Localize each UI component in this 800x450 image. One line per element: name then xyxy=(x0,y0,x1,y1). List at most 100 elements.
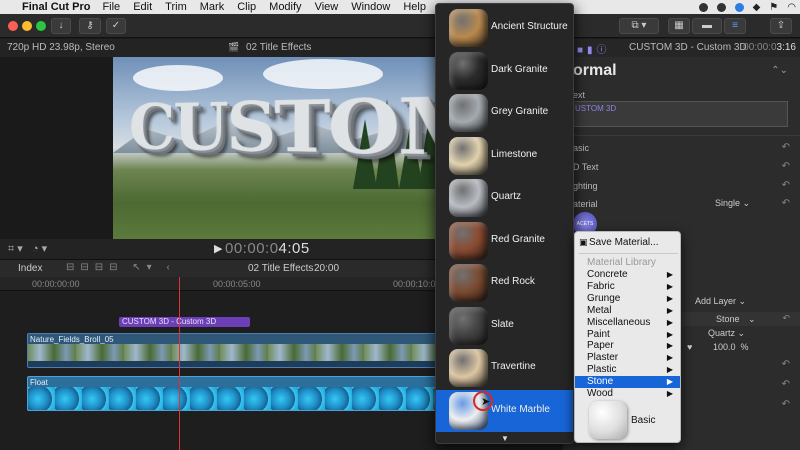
reset-icon[interactable]: ↶ xyxy=(782,399,790,410)
reset-icon[interactable]: ↶ xyxy=(782,180,790,191)
menu-item-label: Concrete xyxy=(587,269,628,280)
float-clip[interactable]: Float xyxy=(27,376,437,411)
share-icon[interactable]: ⇪ xyxy=(770,18,792,34)
material-swatch xyxy=(449,136,488,175)
inspector-tabs-icon[interactable]: ■▮ⓘ xyxy=(577,41,611,56)
disclosure-icon[interactable]: ♥ xyxy=(687,342,692,352)
edit-buttons-icon[interactable]: ⊟⊟⊟⊟ ↖▾ ‹ xyxy=(66,262,176,273)
material-item[interactable]: Ancient Structure xyxy=(436,7,573,49)
material-item[interactable]: White Marble xyxy=(436,389,573,432)
material-item[interactable]: Travertine xyxy=(436,347,573,389)
menu-clip[interactable]: Clip xyxy=(237,1,256,13)
3d-text-section[interactable]: D Text xyxy=(573,162,598,172)
timeline-body[interactable] xyxy=(0,291,437,450)
menu-item-label: Miscellaneous xyxy=(587,316,651,328)
preset-name[interactable]: ormal xyxy=(573,62,617,80)
stone-row[interactable]: Stone ⌄ ↶ xyxy=(680,312,800,326)
reset-icon[interactable]: ↶ xyxy=(782,379,790,390)
viewer-timecode[interactable]: 00:00:04:05 xyxy=(225,240,310,257)
basic-material-swatch[interactable] xyxy=(589,401,627,439)
scroll-down-icon[interactable]: ▼ xyxy=(501,434,509,443)
percent-value[interactable]: 100.0 % xyxy=(713,342,749,352)
reset-icon[interactable]: ↶ xyxy=(782,198,790,209)
reset-icon[interactable]: ↶ xyxy=(782,313,790,324)
material-section[interactable]: aterial xyxy=(573,199,598,209)
menu-help[interactable]: Help xyxy=(403,1,426,13)
material-item[interactable]: Slate xyxy=(436,305,573,347)
keywords-icon[interactable]: ⚷ xyxy=(79,18,101,34)
save-material-item[interactable]: Save Material... xyxy=(589,237,658,248)
reset-icon[interactable]: ↶ xyxy=(782,161,790,172)
menu-item-label: Paint xyxy=(587,328,610,340)
title-clip[interactable]: CUSTOM 3D - Custom 3D xyxy=(119,317,250,327)
video-clip[interactable]: Nature_Fields_Broll_05 xyxy=(27,333,437,368)
flag-icon[interactable]: ⚑ xyxy=(769,2,778,13)
menu-item-label: Paper xyxy=(587,340,614,352)
submenu-arrow-icon: ▶ xyxy=(666,389,673,398)
material-item[interactable]: Limestone xyxy=(436,135,573,177)
menu-category-miscellaneous[interactable]: Miscellaneous ▶ xyxy=(575,317,680,329)
menu-file[interactable]: File xyxy=(102,1,120,13)
menu-category-paint[interactable]: Paint ▶ xyxy=(575,329,680,341)
close-window-button[interactable] xyxy=(8,21,18,31)
material-item[interactable]: Red Granite xyxy=(436,220,573,262)
viewer-format: 720p HD 23.98p, Stereo xyxy=(7,42,115,53)
menu-modify[interactable]: Modify xyxy=(269,1,301,13)
material-mode-select[interactable]: Single ⌄ xyxy=(715,198,750,209)
material-swatch xyxy=(449,51,488,90)
menu-category-stone[interactable]: Stone ▶ xyxy=(575,376,680,389)
zoom-window-button[interactable] xyxy=(36,21,46,31)
menu-category-concrete[interactable]: Concrete ▶ xyxy=(575,269,680,281)
background-tasks-icon[interactable]: ✓ xyxy=(106,18,126,34)
material-picker: Ancient Structure Dark Granite Grey Granit… xyxy=(435,3,574,444)
circle-status-icon[interactable] xyxy=(734,2,744,12)
preset-chevron-icon[interactable]: ⌃⌄ xyxy=(771,65,788,76)
material-swatch xyxy=(449,9,488,47)
menu-mark[interactable]: Mark xyxy=(200,1,224,13)
menu-category-grunge[interactable]: Grunge ▶ xyxy=(575,293,680,305)
material-item[interactable]: Quartz xyxy=(436,177,573,219)
menu-window[interactable]: Window xyxy=(351,1,390,13)
add-layer-button[interactable]: Add Layer ⌄ xyxy=(695,296,746,307)
sync-icon[interactable] xyxy=(716,2,726,12)
index-button[interactable]: Index xyxy=(18,263,42,274)
menu-bar: Final Cut Pro File Edit Trim Mark Clip M… xyxy=(0,0,800,14)
reset-icon[interactable]: ↶ xyxy=(782,359,790,370)
app-menu[interactable]: Final Cut Pro xyxy=(22,1,90,13)
viewer-video[interactable]: CUSTOM 3D xyxy=(113,57,438,239)
browser-toggle-icon[interactable]: ▦ xyxy=(668,18,690,34)
wifi-icon[interactable]: ◠ xyxy=(787,2,796,13)
material-item[interactable]: Grey Granite xyxy=(436,92,573,134)
dropbox-icon[interactable]: ◆ xyxy=(753,2,761,13)
quartz-select[interactable]: Quartz ⌄ xyxy=(708,328,745,339)
basic-section[interactable]: asic xyxy=(573,143,589,153)
ruler-tick: 00:00:10:00 xyxy=(393,279,441,289)
menu-category-wood[interactable]: Wood ▶ xyxy=(575,388,680,400)
menu-category-fabric[interactable]: Fabric ▶ xyxy=(575,281,680,293)
minimize-window-button[interactable] xyxy=(22,21,32,31)
playhead[interactable] xyxy=(179,277,180,450)
menu-category-plaster[interactable]: Plaster ▶ xyxy=(575,352,680,364)
menu-category-paper[interactable]: Paper ▶ xyxy=(575,340,680,352)
material-item[interactable]: Red Rock xyxy=(436,262,573,304)
material-item[interactable]: Dark Granite xyxy=(436,50,573,92)
menu-item-label: Wood xyxy=(587,388,613,399)
viewer-controls: ⌗ ▾ ◔ ▾ ▶ 00:00:04:05 xyxy=(0,239,437,259)
timeline-ruler[interactable]: 00:00:00:00 00:00:05:00 00:00:10:00 xyxy=(0,277,441,291)
inspector-toggle-icon[interactable]: ≡ xyxy=(724,18,746,34)
play-icon[interactable]: ▶ xyxy=(214,242,222,255)
libraries-toggle-icon[interactable]: ⧉ ▾ xyxy=(619,18,659,34)
timeline-toggle-icon[interactable]: ▬ xyxy=(692,18,722,34)
menu-edit[interactable]: Edit xyxy=(133,1,152,13)
transform-tool-icon[interactable]: ⌗ ▾ ◔ ▾ xyxy=(8,242,47,256)
text-field[interactable]: USTOM 3D xyxy=(571,101,788,127)
creative-cloud-icon[interactable] xyxy=(698,2,708,12)
menu-trim[interactable]: Trim xyxy=(165,1,187,13)
reset-icon[interactable]: ↶ xyxy=(782,142,790,153)
menu-category-metal[interactable]: Metal ▶ xyxy=(575,305,680,317)
menu-view[interactable]: View xyxy=(315,1,339,13)
menu-category-plastic[interactable]: Plastic ▶ xyxy=(575,364,680,376)
import-icon[interactable]: ↓ xyxy=(51,18,71,34)
lighting-section[interactable]: ghting xyxy=(573,181,598,191)
basic-material-label[interactable]: Basic xyxy=(631,415,655,426)
